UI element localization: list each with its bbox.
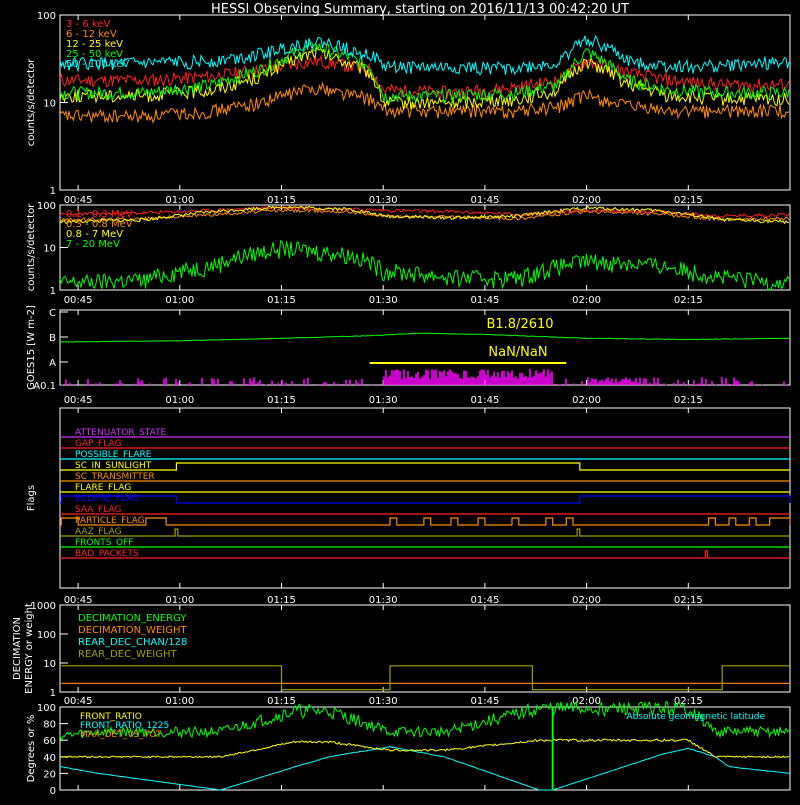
y-tick-label: 1 [50,186,56,197]
x-tick-label: 02:15 [674,195,703,206]
x-tick-label: 01:15 [267,195,296,206]
series-line [59,205,790,225]
series-line [59,745,790,791]
x-tick-label: 02:00 [572,595,601,606]
x-tick-label: 02:15 [674,395,703,406]
y-axis-label: counts/s/detector [26,203,37,291]
x-tick-label: 01:15 [267,395,296,406]
legend-entry: DECIMATION_WEIGHT [78,625,187,636]
x-tick-label: 02:00 [572,195,601,206]
y-axis-label: counts/s/detector [26,58,37,146]
legend-entry: 7 - 20 MeV [66,239,120,250]
x-tick-label: 00:45 [64,295,93,306]
observing-summary: HESSI Observing Summary, starting on 201… [0,0,800,800]
y-tick-label: 1 [50,688,56,699]
y-axis-label: Flags [26,485,37,511]
flag-trace [60,550,790,559]
y-tick-label: 100 [37,703,56,714]
x-tick-label: 02:00 [572,295,601,306]
y-tick-label: 100 [37,11,56,22]
x-tick-label: 01:30 [369,595,398,606]
x-tick-label: 01:15 [267,595,296,606]
y-axis-label: ENERGY or weight [24,603,35,694]
y-tick-label: 10 [43,99,56,110]
summary-chart: HESSI Observing Summary, starting on 201… [12,2,791,797]
y-tick-label: 10 [43,244,56,255]
y-tick-label: A [49,358,56,369]
x-tick-label: 00:45 [64,195,93,206]
x-tick-label: 01:30 [369,295,398,306]
flag-trace [60,528,790,537]
decimation-step [61,665,790,691]
panel-frame [59,14,791,191]
y-tick-label: 100 [37,630,56,641]
series-line [59,738,790,759]
legend-entry: 50 - 100 keV [66,59,130,70]
x-tick-label: 02:00 [572,395,601,406]
y-tick-label: 40 [43,753,56,764]
series-line [59,332,791,343]
x-tick-label: 01:30 [369,395,398,406]
legend-entry: REAR_DEC_WEIGHT [78,649,177,660]
x-tick-label: 01:00 [165,395,194,406]
x-tick-label: 01:45 [470,696,499,707]
y-tick-label: 10 [43,659,56,670]
panel-frame [59,309,791,386]
y-axis-label: GOES15 [W m-2] [26,305,37,390]
x-tick-label: 01:45 [470,295,499,306]
x-tick-label: 01:30 [369,195,398,206]
flag-trace [60,517,791,526]
x-tick-label: 01:45 [470,195,499,206]
y-tick-label: 20 [43,769,56,780]
y-tick-label: 1 [50,286,56,297]
x-tick-label: 02:15 [674,696,703,707]
x-tick-label: 00:45 [64,395,93,406]
legend-entry: REAR_DEC_CHAN/128 [78,637,187,648]
x-tick-label: 01:00 [165,295,194,306]
series-line [59,41,790,104]
legend-entry: DECIMATION_ENERGY [78,613,187,624]
y-tick-label: 60 [43,736,56,747]
y-tick-label: 80 [43,720,56,731]
x-tick-label: 01:00 [165,595,194,606]
x-tick-label: 01:15 [267,295,296,306]
x-tick-label: 01:00 [165,696,194,707]
y-tick-label: 0 [50,786,56,797]
x-tick-label: 00:45 [64,696,93,707]
x-tick-label: 02:15 [674,595,703,606]
x-tick-label: 00:45 [64,595,93,606]
x-tick-label: 01:00 [165,195,194,206]
series-line [59,240,790,291]
y-tick-label: B [49,333,56,344]
x-tick-label: 01:15 [267,696,296,707]
y-axis-label: Degrees or % [26,715,37,783]
y-axis-label: DECIMATION [12,617,23,680]
goes-ratio-annotation: NaN/NaN [488,345,547,360]
series-line [59,34,790,76]
flag-trace [60,495,791,504]
legend-entry: Absolute geomagnetic latitude [626,712,765,722]
legend-entry: MAX_DET_VS_TOT [80,730,162,740]
y-tick-label: 100 [37,201,56,212]
x-tick-label: 01:30 [369,696,398,707]
panel-frame [59,407,791,589]
goes-flux-annotation: B1.8/2610 [486,317,553,332]
series-line [59,81,790,124]
y-tick-label: C [49,308,56,319]
x-tick-label: 01:45 [470,395,499,406]
x-tick-label: 02:15 [674,295,703,306]
flag-trace [60,462,790,471]
x-tick-label: 01:45 [470,595,499,606]
